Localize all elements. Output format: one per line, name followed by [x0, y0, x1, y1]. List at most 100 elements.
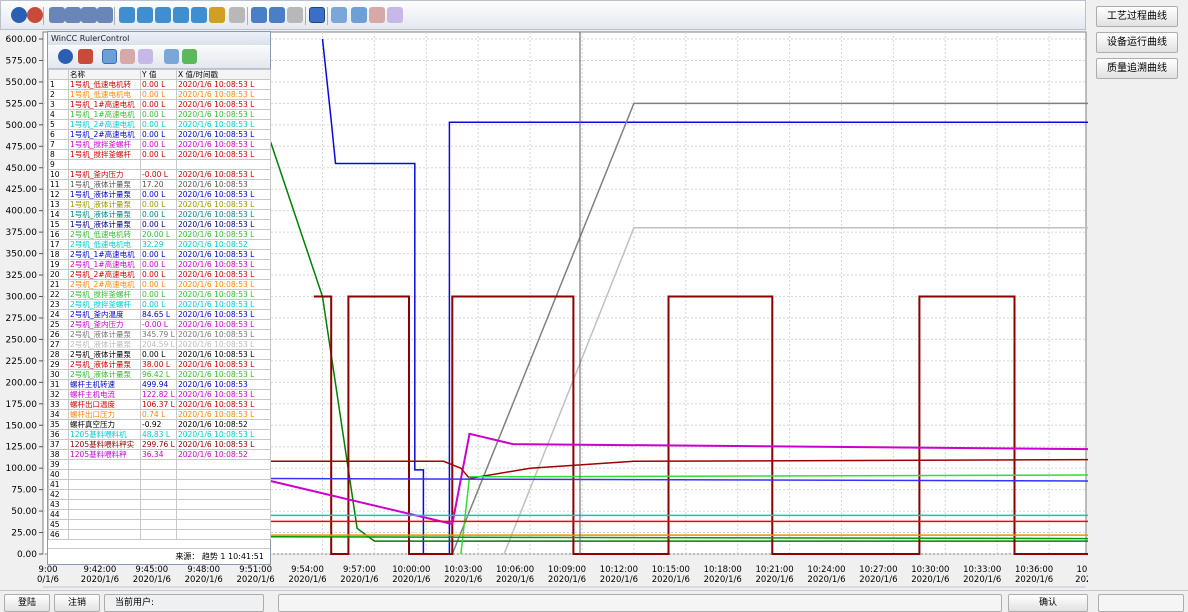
table-row[interactable]: 17 2号机_低速电机电 32.29 2020/1/6 10:08:52 — [48, 239, 271, 250]
table-row[interactable]: 36 1205基料喂料机 48.83 L 2020/1/6 10:08:53 L — [48, 429, 271, 440]
table-row[interactable]: 35 螺杆真空压力 -0.92 2020/1/6 10:08:52 — [48, 419, 271, 430]
table-row[interactable]: 13 1号机_液体计量泵 0.00 L 2020/1/6 10:08:53 L — [48, 199, 271, 210]
ruler-icon[interactable] — [351, 7, 367, 23]
table-row[interactable]: 34 螺杆出口压力 0.74 L 2020/1/6 10:08:53 L — [48, 409, 271, 420]
row-y-value: 32.29 — [140, 239, 177, 250]
table-row[interactable]: 15 1号机_液体计量泵 0.00 L 2020/1/6 10:08:53 L — [48, 219, 271, 230]
table-row[interactable]: 3 1号机_1#高速电机 0.00 L 2020/1/6 10:08:53 L — [48, 99, 271, 110]
move-axis-icon[interactable] — [209, 7, 225, 23]
table-row[interactable]: 40 — [48, 469, 271, 480]
next-icon[interactable] — [81, 7, 97, 23]
table-row[interactable]: 33 螺杆出口温度 106.37 L 2020/1/6 10:08:53 L — [48, 399, 271, 410]
table-row[interactable]: 30 2号机_液体计量泵 96.42 L 2020/1/6 10:08:53 L — [48, 369, 271, 380]
config-icon[interactable] — [78, 49, 93, 64]
table-row[interactable]: 2 1号机_低速电机电 0.00 L 2020/1/6 10:08:53 L — [48, 89, 271, 100]
help-icon[interactable] — [11, 7, 27, 23]
table-row[interactable]: 16 2号机_低速电机转 20.00 L 2020/1/6 10:08:53 L — [48, 229, 271, 240]
table-row[interactable]: 22 2号机_搅拌釜螺杆 0.00 L 2020/1/6 10:08:53 L — [48, 289, 271, 300]
table-row[interactable]: 44 — [48, 509, 271, 520]
row-name — [68, 469, 141, 480]
confirm-button[interactable]: 确认 — [1008, 594, 1088, 612]
table-row[interactable]: 42 — [48, 489, 271, 500]
table-row[interactable]: 18 2号机_1#高速电机 0.00 L 2020/1/6 10:08:53 L — [48, 249, 271, 260]
table-row[interactable]: 19 2号机_1#高速电机 0.00 L 2020/1/6 10:08:53 L — [48, 259, 271, 270]
ruler-icon[interactable] — [102, 49, 117, 64]
zoom-in-icon[interactable] — [137, 7, 153, 23]
table-row[interactable]: 37 1205基料喂料秤实 299.76 L 2020/1/6 10:08:53 L — [48, 439, 271, 450]
table-row[interactable]: 7 1号机_搅拌釜螺杆 0.00 L 2020/1/6 10:08:53 L — [48, 139, 271, 150]
statistics-icon[interactable] — [387, 7, 403, 23]
row-y-value: -0.00 L — [140, 169, 177, 180]
table-row[interactable]: 43 — [48, 499, 271, 510]
move-icon[interactable] — [191, 7, 207, 23]
table-row[interactable]: 46 — [48, 529, 271, 540]
statistics-icon[interactable] — [138, 49, 153, 64]
col-y[interactable]: Y 值 — [140, 69, 177, 80]
statistics-area-icon[interactable] — [369, 7, 385, 23]
select-data-icon[interactable] — [251, 7, 267, 23]
table-row[interactable]: 45 — [48, 519, 271, 530]
row-x-value: 2020/1/6 10:08:53 L — [176, 259, 271, 270]
logout-button[interactable]: 注销 — [54, 594, 100, 612]
config-icon[interactable] — [27, 7, 43, 23]
select-time-icon[interactable] — [269, 7, 285, 23]
quality-trace-curve-button[interactable]: 质量追溯曲线 — [1096, 58, 1178, 79]
table-row[interactable]: 31 螺杆主机转速 499.94 2020/1/6 10:08:53 — [48, 379, 271, 390]
stop-icon[interactable] — [309, 7, 325, 23]
print-icon[interactable] — [164, 49, 179, 64]
table-row[interactable]: 38 1205基料喂料秤 36.34 2020/1/6 10:08:52 — [48, 449, 271, 460]
original-view-icon[interactable] — [229, 7, 245, 23]
table-row[interactable]: 6 1号机_2#高速电机 0.00 L 2020/1/6 10:08:53 L — [48, 129, 271, 140]
table-row[interactable]: 28 2号机_液体计量泵 0.00 L 2020/1/6 10:08:53 L — [48, 349, 271, 360]
ruler-title[interactable]: WinCC RulerControl — [48, 32, 270, 45]
table-row[interactable]: 8 1号机_搅拌釜螺杆 0.00 L 2020/1/6 10:08:53 L — [48, 149, 271, 160]
table-row[interactable]: 14 1号机_液体计量泵 0.00 L 2020/1/6 10:08:53 L — [48, 209, 271, 220]
ruler-control-window[interactable]: WinCC RulerControl 名称 Y 值 X 值/时间戳 1 1号机_低… — [47, 31, 271, 565]
row-x-value: 2020/1/6 10:08:53 — [176, 179, 271, 190]
y-tick-label: 275.00 — [6, 314, 38, 324]
x-scrollbar[interactable] — [43, 586, 1086, 588]
table-row[interactable]: 41 — [48, 479, 271, 490]
table-row[interactable]: 9 — [48, 159, 271, 170]
col-name[interactable]: 名称 — [68, 69, 141, 80]
prev-icon[interactable] — [65, 7, 81, 23]
table-row[interactable]: 39 — [48, 459, 271, 470]
zoom-axis-icon[interactable] — [173, 7, 189, 23]
x-tick-date: 2020/1/6 — [133, 575, 171, 585]
time-icon[interactable] — [287, 7, 303, 23]
table-row[interactable]: 1 1号机_低速电机转 0.00 L 2020/1/6 10:08:53 L — [48, 79, 271, 90]
first-icon[interactable] — [49, 7, 65, 23]
table-row[interactable]: 5 1号机_2#高速电机 0.00 L 2020/1/6 10:08:53 L — [48, 119, 271, 130]
row-y-value — [140, 499, 177, 510]
row-y-value: 0.00 L — [140, 79, 177, 90]
login-button[interactable]: 登陆 — [4, 594, 50, 612]
export-icon[interactable] — [182, 49, 197, 64]
table-row[interactable]: 25 2号机_釜内压力 -0.00 L 2020/1/6 10:08:53 L — [48, 319, 271, 330]
row-x-value: 2020/1/6 10:08:53 L — [176, 339, 271, 350]
table-row[interactable]: 12 1号机_液体计量泵 0.00 L 2020/1/6 10:08:53 L — [48, 189, 271, 200]
table-row[interactable]: 21 2号机_2#高速电机 0.00 L 2020/1/6 10:08:53 L — [48, 279, 271, 290]
process-curve-button[interactable]: 工艺过程曲线 — [1096, 6, 1178, 27]
table-row[interactable]: 10 1号机_釜内压力 -0.00 L 2020/1/6 10:08:53 L — [48, 169, 271, 180]
zoom-area-icon[interactable] — [119, 7, 135, 23]
col-x[interactable]: X 值/时间戳 — [176, 69, 271, 80]
equipment-curve-button[interactable]: 设备运行曲线 — [1096, 32, 1178, 53]
table-row[interactable]: 23 2号机_搅拌釜螺杆 0.00 L 2020/1/6 10:08:53 L — [48, 299, 271, 310]
table-row[interactable]: 11 1号机_液体计量泵 17.20 2020/1/6 10:08:53 — [48, 179, 271, 190]
row-index: 40 — [48, 469, 69, 480]
row-name: 1205基料喂料秤 — [68, 449, 141, 460]
help-icon[interactable] — [58, 49, 73, 64]
y-tick-label: 25.00 — [11, 529, 37, 539]
table-row[interactable]: 29 2号机_液体计量泵 38.00 L 2020/1/6 10:08:53 L — [48, 359, 271, 370]
table-row[interactable]: 32 螺杆主机电流 122.82 L 2020/1/6 10:08:53 L — [48, 389, 271, 400]
table-row[interactable]: 4 1号机_1#高速电机 0.00 L 2020/1/6 10:08:53 L — [48, 109, 271, 120]
zoom-out-icon[interactable] — [155, 7, 171, 23]
statistics-area-icon[interactable] — [120, 49, 135, 64]
table-row[interactable]: 27 2号机_液体计量泵 204.59 L 2020/1/6 10:08:53 L — [48, 339, 271, 350]
table-row[interactable]: 26 2号机_液体计量泵 345.79 L 2020/1/6 10:08:53 L — [48, 329, 271, 340]
last-icon[interactable] — [97, 7, 113, 23]
row-y-value: 20.00 L — [140, 229, 177, 240]
print-icon[interactable] — [331, 7, 347, 23]
table-row[interactable]: 20 2号机_2#高速电机 0.00 L 2020/1/6 10:08:53 L — [48, 269, 271, 280]
table-row[interactable]: 24 2号机_釜内温度 84.65 L 2020/1/6 10:08:53 L — [48, 309, 271, 320]
